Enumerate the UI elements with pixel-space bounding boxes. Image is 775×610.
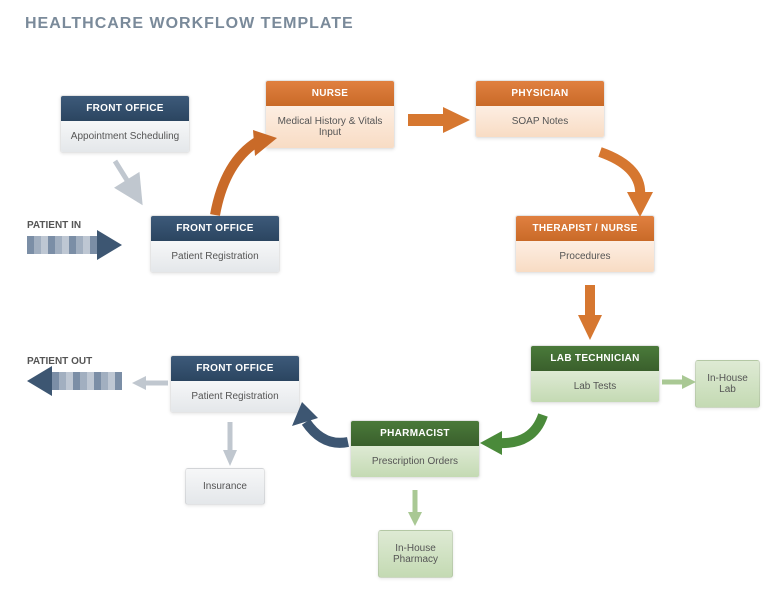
arrow-fo2-to-out <box>128 373 170 393</box>
node-header: THERAPIST / NURSE <box>516 216 654 241</box>
node-body: Lab Tests <box>531 371 659 402</box>
arrow-lab-to-pharmacist <box>478 405 558 465</box>
node-body: Prescription Orders <box>351 446 479 477</box>
page-title: HEALTHCARE WORKFLOW TEMPLATE <box>25 15 354 33</box>
node-header: LAB TECHNICIAN <box>531 346 659 371</box>
node-inhouse-lab: In-House Lab <box>695 360 760 408</box>
node-body: Procedures <box>516 241 654 272</box>
arrow-therapist-to-lab <box>570 280 610 345</box>
node-header: FRONT OFFICE <box>151 216 279 241</box>
node-body: Patient Registration <box>171 381 299 412</box>
node-front-office-registration-2: FRONT OFFICE Patient Registration <box>170 355 300 413</box>
node-nurse: NURSE Medical History & Vitals Input <box>265 80 395 149</box>
node-inhouse-pharmacy: In-House Pharmacy <box>378 530 453 578</box>
node-therapist: THERAPIST / NURSE Procedures <box>515 215 655 273</box>
node-header: FRONT OFFICE <box>61 96 189 121</box>
node-body: Patient Registration <box>151 241 279 272</box>
node-body: Medical History & Vitals Input <box>266 106 394 148</box>
node-header: PHARMACIST <box>351 421 479 446</box>
label-patient-in: PATIENT IN <box>27 220 81 231</box>
node-header: PHYSICIAN <box>476 81 604 106</box>
arrow-fo2-to-insurance <box>220 420 240 470</box>
node-lab-technician: LAB TECHNICIAN Lab Tests <box>530 345 660 403</box>
node-body: SOAP Notes <box>476 106 604 137</box>
node-insurance: Insurance <box>185 468 265 505</box>
node-pharmacist: PHARMACIST Prescription Orders <box>350 420 480 478</box>
arrow-lab-to-inhouse <box>660 372 700 392</box>
node-header: FRONT OFFICE <box>171 356 299 381</box>
arrow-appt-to-reg <box>100 156 160 216</box>
node-body: Appointment Scheduling <box>61 121 189 152</box>
node-physician: PHYSICIAN SOAP Notes <box>475 80 605 138</box>
arrow-pharm-to-inhouse <box>405 488 425 530</box>
node-front-office-registration: FRONT OFFICE Patient Registration <box>150 215 280 273</box>
arrow-physician-to-therapist <box>595 142 675 222</box>
node-front-office-appointment: FRONT OFFICE Appointment Scheduling <box>60 95 190 153</box>
arrow-nurse-to-physician <box>398 105 478 135</box>
node-header: NURSE <box>266 81 394 106</box>
